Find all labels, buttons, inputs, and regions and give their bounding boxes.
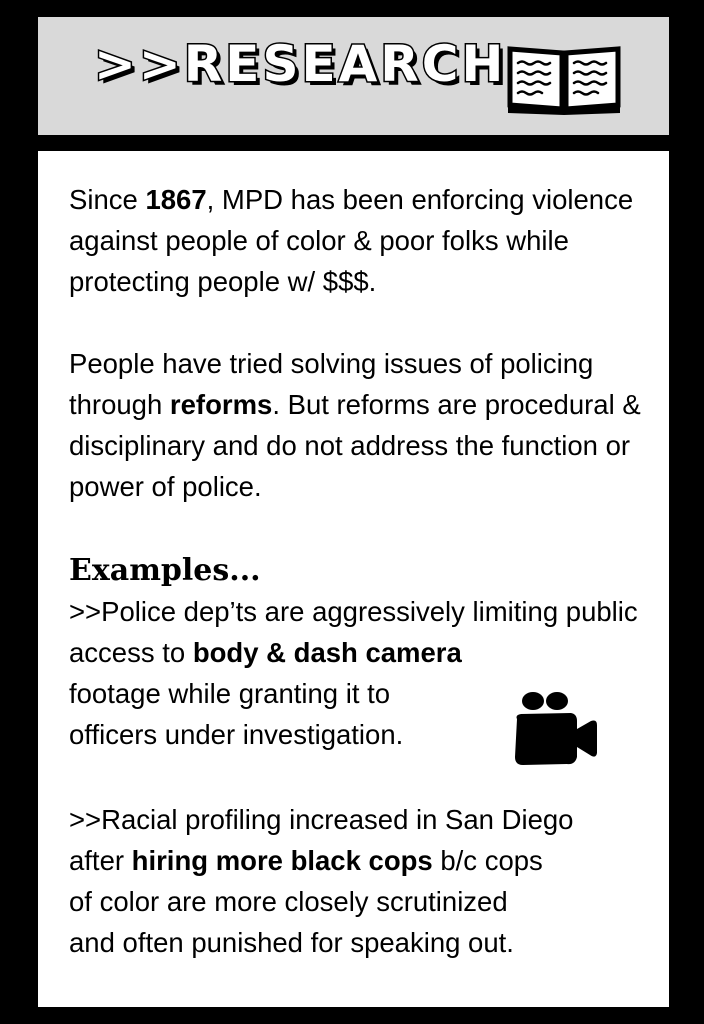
- examples-heading: Examples...: [69, 553, 261, 588]
- video-camera-icon: [515, 692, 597, 765]
- header-banner: >>RESEARCH: [38, 17, 669, 135]
- year-highlight: 1867: [145, 184, 207, 215]
- reforms-highlight: reforms: [169, 389, 273, 420]
- hiring-highlight: hiring more black cops: [131, 845, 433, 876]
- page-title: >>RESEARCH: [92, 35, 507, 93]
- example-racial-profiling: >>Racial profiling increased in San Dieg…: [69, 804, 574, 958]
- content-panel: Since 1867, MPD has been enforcing viole…: [38, 151, 669, 1007]
- reforms-paragraph: People have tried solving issues of poli…: [69, 348, 641, 502]
- intro-paragraph: Since 1867, MPD has been enforcing viole…: [69, 184, 634, 297]
- camera-highlight: body & dash camera: [192, 637, 462, 668]
- open-book-icon: [507, 46, 621, 115]
